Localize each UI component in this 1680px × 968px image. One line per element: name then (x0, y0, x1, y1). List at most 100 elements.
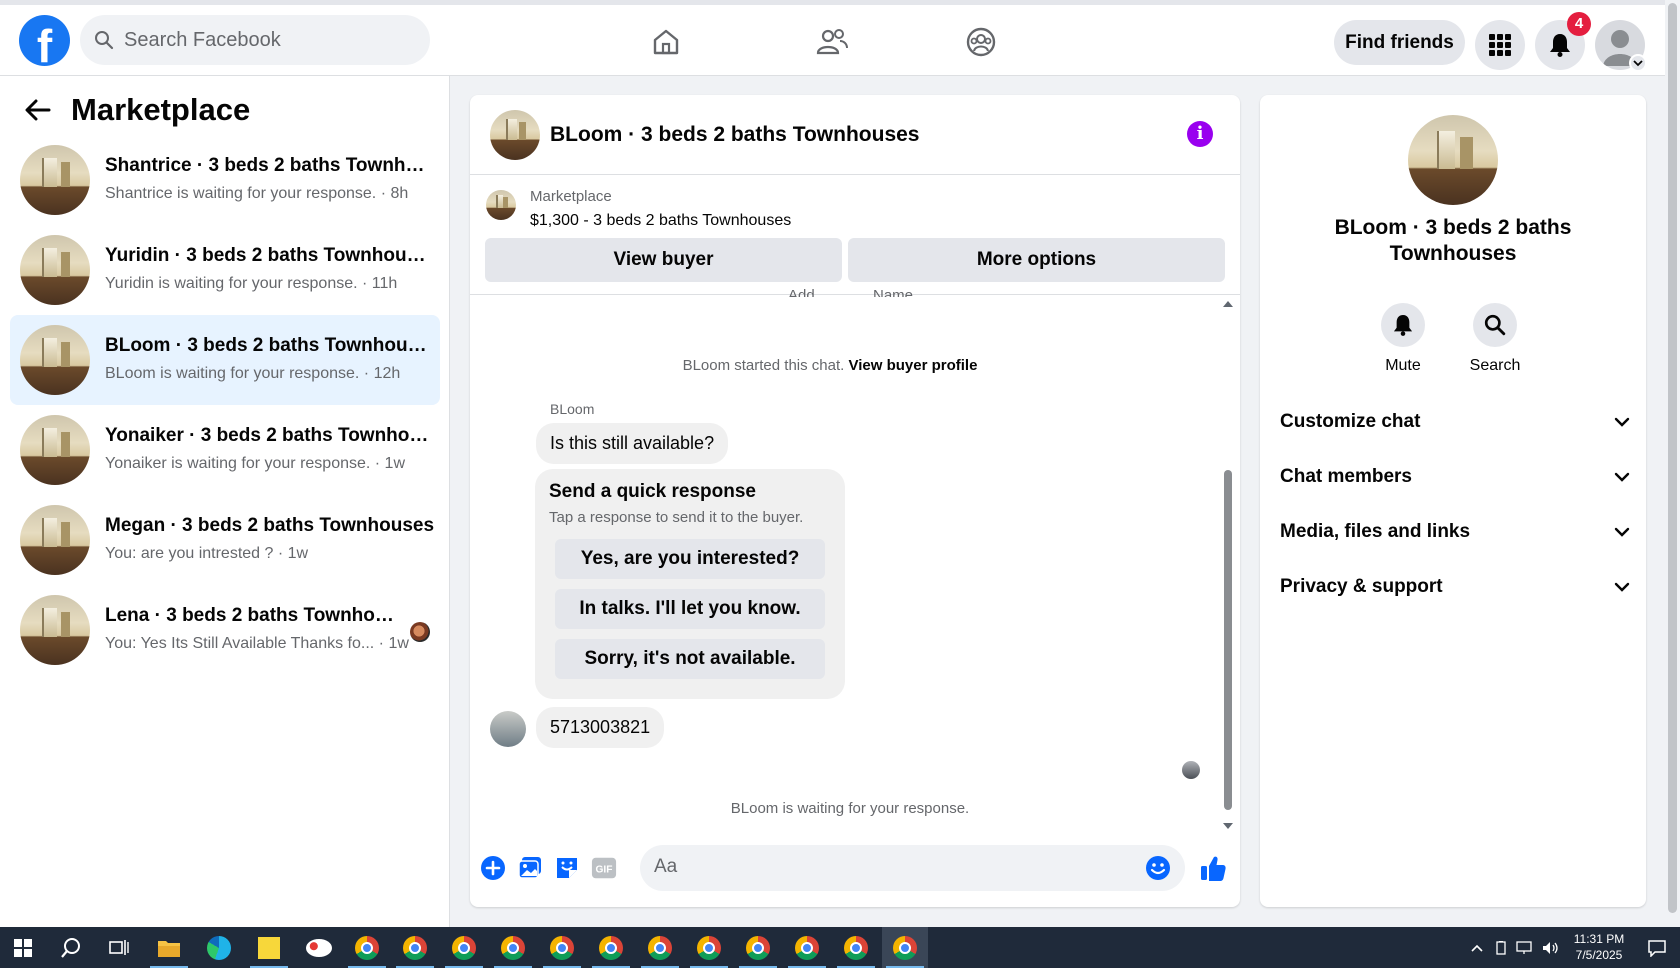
quick-response-option[interactable]: Sorry, it's not available. (555, 639, 825, 679)
listing-thumbnail (20, 505, 90, 575)
message-input-box[interactable] (640, 845, 1185, 891)
friends-icon[interactable] (815, 25, 849, 59)
listing-price[interactable]: $1,300 - 3 beds 2 baths Townhouses (530, 212, 791, 230)
chrome-icon[interactable] (344, 927, 390, 968)
listing-thumbnail-small[interactable] (486, 190, 516, 220)
customize-chat-section[interactable]: Customize chat (1280, 402, 1630, 442)
conversation-item[interactable]: Yuridin · 3 beds 2 baths Townhouses Yuri… (10, 225, 440, 315)
sticker-icon[interactable] (554, 855, 580, 881)
top-navigation-bar: f Find friends 4 (0, 0, 1665, 76)
conversation-preview: BLoom is waiting for your response. · 12… (105, 365, 401, 382)
privacy-support-section[interactable]: Privacy & support (1280, 567, 1630, 607)
chat-members-section[interactable]: Chat members (1280, 457, 1630, 497)
info-listing-thumbnail[interactable] (1408, 115, 1498, 205)
find-friends-button[interactable]: Find friends (1334, 20, 1465, 65)
conversation-item[interactable]: Lena · 3 beds 2 baths Townhouses You: Ye… (10, 585, 440, 675)
windows-start-icon[interactable] (0, 927, 46, 968)
sticky-notes-icon[interactable] (246, 927, 292, 968)
marketplace-inbox-sidebar: Marketplace Shantrice · 3 beds 2 baths T… (0, 76, 450, 927)
conversation-item-active[interactable]: BLoom · 3 beds 2 baths Townhouses BLoom … (10, 315, 440, 405)
conversation-item[interactable]: Shantrice · 3 beds 2 baths Townhouses Sh… (10, 135, 440, 225)
conversation-name: Megan · 3 beds 2 baths Townhouses (105, 515, 435, 536)
chat-listing-thumbnail[interactable] (490, 110, 540, 160)
quick-response-subtitle: Tap a response to send it to the buyer. (549, 509, 804, 526)
listing-thumbnail (20, 595, 90, 665)
conversation-item[interactable]: Yonaiker · 3 beds 2 baths Townhouses Yon… (10, 405, 440, 495)
conversation-name: Lena · 3 beds 2 baths Townhouses (105, 605, 405, 626)
menu-grid-icon[interactable] (1475, 20, 1525, 70)
waiting-notice: BLoom is waiting for your response. (730, 800, 970, 817)
quick-response-option[interactable]: Yes, are you interested? (555, 539, 825, 579)
account-chevron-down-icon[interactable] (1629, 54, 1647, 72)
view-buyer-profile-link[interactable]: View buyer profile (848, 357, 977, 374)
bell-icon[interactable] (1381, 303, 1425, 347)
gif-icon[interactable]: GIF (591, 855, 617, 881)
thumbs-up-icon[interactable] (1198, 855, 1228, 881)
chrome-icon-active[interactable] (882, 927, 928, 968)
message-bubble[interactable]: 5713003821 (536, 707, 665, 748)
chevron-down-icon (1614, 582, 1630, 592)
chrome-icon[interactable] (735, 927, 781, 968)
quick-response-card: Send a quick response Tap a response to … (535, 469, 845, 699)
chrome-icon[interactable] (833, 927, 879, 968)
home-icon[interactable] (649, 25, 683, 59)
tray-chevron-up-icon[interactable] (1470, 943, 1484, 953)
back-arrow-icon[interactable] (25, 99, 51, 121)
chrome-icon[interactable] (637, 927, 683, 968)
file-explorer-icon[interactable] (146, 927, 192, 968)
taskbar-search-icon[interactable] (48, 927, 94, 968)
page-scrollbar[interactable] (1665, 0, 1680, 927)
network-icon[interactable] (1516, 940, 1534, 955)
facebook-logo[interactable]: f (19, 15, 70, 66)
paint-app-icon[interactable] (296, 927, 342, 968)
conversation-preview: You: Yes Its Still Available Thanks fo..… (105, 635, 409, 652)
plus-circle-icon[interactable] (480, 855, 506, 881)
listing-banner: Marketplace $1,300 - 3 beds 2 baths Town… (470, 175, 1240, 295)
chrome-icon[interactable] (784, 927, 830, 968)
edge-browser-icon[interactable] (196, 927, 242, 968)
volume-icon[interactable] (1542, 941, 1560, 955)
search-action[interactable]: Search (1455, 303, 1535, 375)
search-label: Search (1469, 357, 1521, 374)
listing-thumbnail (20, 235, 90, 305)
cut-off-label: Name (873, 287, 914, 297)
conversation-name: BLoom · 3 beds 2 baths Townhouses (105, 335, 435, 356)
chat-title[interactable]: BLoom · 3 beds 2 baths Townhouses (550, 123, 919, 147)
scroll-down-arrow[interactable] (1223, 823, 1233, 829)
search-icon[interactable] (1473, 303, 1517, 347)
search-input[interactable] (124, 28, 404, 52)
clock-time: 11:31 PM (1573, 932, 1625, 946)
chrome-icon[interactable] (441, 927, 487, 968)
chat-scrollbar-thumb[interactable] (1224, 470, 1232, 810)
buyer-avatar[interactable] (490, 711, 526, 747)
chat-started-text: BLoom started this chat. (682, 357, 845, 374)
info-icon[interactable]: i (1187, 121, 1213, 147)
chrome-icon[interactable] (392, 927, 438, 968)
message-bubble[interactable]: Is this still available? (536, 423, 729, 464)
chrome-icon[interactable] (490, 927, 536, 968)
conversation-item[interactable]: Megan · 3 beds 2 baths Townhouses You: a… (10, 495, 440, 585)
chrome-icon[interactable] (686, 927, 732, 968)
emoji-icon[interactable] (1145, 855, 1171, 886)
task-view-icon[interactable] (96, 927, 142, 968)
view-buyer-button[interactable]: View buyer (485, 238, 842, 282)
groups-icon[interactable] (964, 25, 998, 59)
more-options-button[interactable]: More options (848, 238, 1225, 282)
battery-icon[interactable] (1494, 940, 1508, 955)
message-input[interactable] (654, 856, 1124, 878)
mute-action[interactable]: Mute (1363, 303, 1443, 375)
message-composer: GIF (470, 840, 1240, 900)
conversation-preview: You: are you intrested ? · 1w (105, 545, 309, 562)
chrome-icon[interactable] (539, 927, 585, 968)
taskbar-clock[interactable]: 11:31 PM 7/5/2025 (1568, 931, 1630, 963)
scroll-up-arrow[interactable] (1223, 301, 1233, 307)
photo-icon[interactable] (517, 855, 543, 881)
media-files-links-section[interactable]: Media, files and links (1280, 512, 1630, 552)
chrome-icon[interactable] (588, 927, 634, 968)
page-scrollbar-thumb[interactable] (1668, 3, 1677, 913)
search-box[interactable] (80, 15, 430, 65)
notification-center-icon[interactable] (1634, 927, 1680, 968)
listing-thumbnail (20, 415, 90, 485)
gif-label: GIF (595, 865, 612, 876)
quick-response-option[interactable]: In talks. I'll let you know. (555, 589, 825, 629)
